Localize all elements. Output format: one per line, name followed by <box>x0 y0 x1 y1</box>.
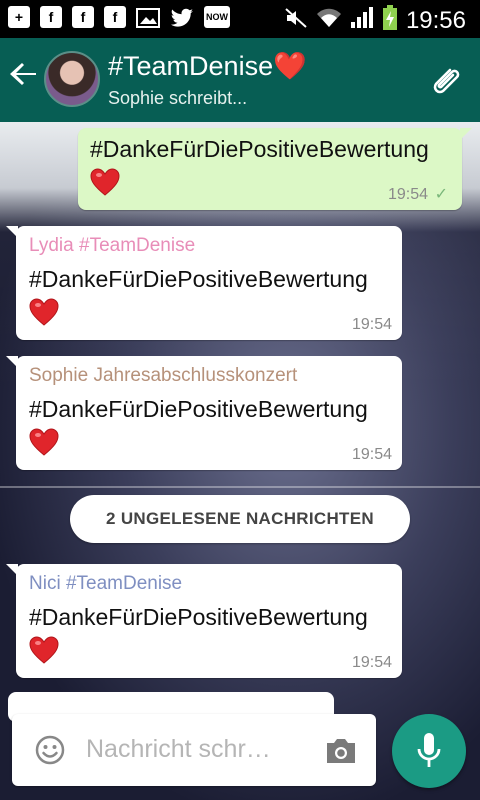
sent-check-icon: ✓ <box>434 186 448 203</box>
facebook-icon: f <box>72 6 94 28</box>
message-time: 19:54 <box>351 446 392 463</box>
message-input[interactable]: Nachricht schr… <box>86 735 271 764</box>
twitter-icon <box>170 6 194 30</box>
status-clock: 19:56 <box>405 6 466 34</box>
message-incoming[interactable]: Lydia #TeamDenise #DankeFürDiePositiveBe… <box>6 226 402 340</box>
bubble-tail <box>6 564 18 576</box>
group-avatar[interactable] <box>44 51 100 107</box>
red-heart-icon <box>29 298 59 326</box>
red-heart-icon <box>90 168 120 196</box>
unread-messages-badge: 2 UNGELESENE NACHRICHTEN <box>70 495 410 543</box>
red-heart-icon <box>29 428 59 456</box>
bubble-tail <box>6 226 18 238</box>
sender-name: Lydia #TeamDenise <box>29 235 196 256</box>
message-text: #DankeFürDiePositiveBewertung <box>29 396 368 422</box>
message-time: 19:54 <box>351 316 392 333</box>
bubble-tail <box>6 356 18 368</box>
gallery-icon <box>136 6 160 30</box>
battery-charging-icon <box>382 5 398 36</box>
status-bar: + f f f NOW 19:56 <box>0 0 480 38</box>
sender-name: Sophie Jahresabschlusskonzert <box>29 365 298 386</box>
message-text: #DankeFürDiePositiveBewertung <box>29 604 368 630</box>
emoji-icon[interactable] <box>34 734 66 766</box>
message-time: 19:54 <box>387 186 428 203</box>
chat-title[interactable]: #TeamDenise❤️ <box>108 50 307 82</box>
voice-record-button[interactable] <box>392 714 466 788</box>
mute-icon <box>284 7 308 34</box>
facebook-icon: f <box>40 6 62 28</box>
chat-header: #TeamDenise❤️ Sophie schreibt... <box>0 38 480 122</box>
message-incoming[interactable]: Sophie Jahresabschlusskonzert #DankeFürD… <box>6 356 402 470</box>
facebook-icon: f <box>104 6 126 28</box>
camera-icon[interactable] <box>324 736 358 766</box>
message-text: #DankeFürDiePositiveBewertung <box>29 266 368 292</box>
red-heart-icon <box>29 636 59 664</box>
attach-paperclip-icon[interactable] <box>428 64 462 98</box>
sender-name: Nici #TeamDenise <box>29 573 183 594</box>
message-composer[interactable]: Nachricht schr… <box>12 714 376 786</box>
back-arrow-icon[interactable] <box>10 60 38 97</box>
plus-notification-icon: + <box>8 6 30 28</box>
unread-divider-line <box>0 486 480 488</box>
wifi-icon <box>316 7 342 34</box>
signal-icon <box>350 7 374 34</box>
microphone-icon <box>417 733 441 767</box>
message-incoming[interactable]: Nici #TeamDenise #DankeFürDiePositiveBew… <box>6 564 402 678</box>
message-text: #DankeFürDiePositiveBewertung <box>90 136 429 162</box>
now-badge-icon: NOW <box>204 6 230 28</box>
bubble-tail <box>460 128 472 140</box>
message-time: 19:54 <box>351 654 392 671</box>
message-outgoing[interactable]: #DankeFürDiePositiveBewertung 19:54 ✓ <box>78 128 472 210</box>
typing-status: Sophie schreibt... <box>108 88 248 108</box>
